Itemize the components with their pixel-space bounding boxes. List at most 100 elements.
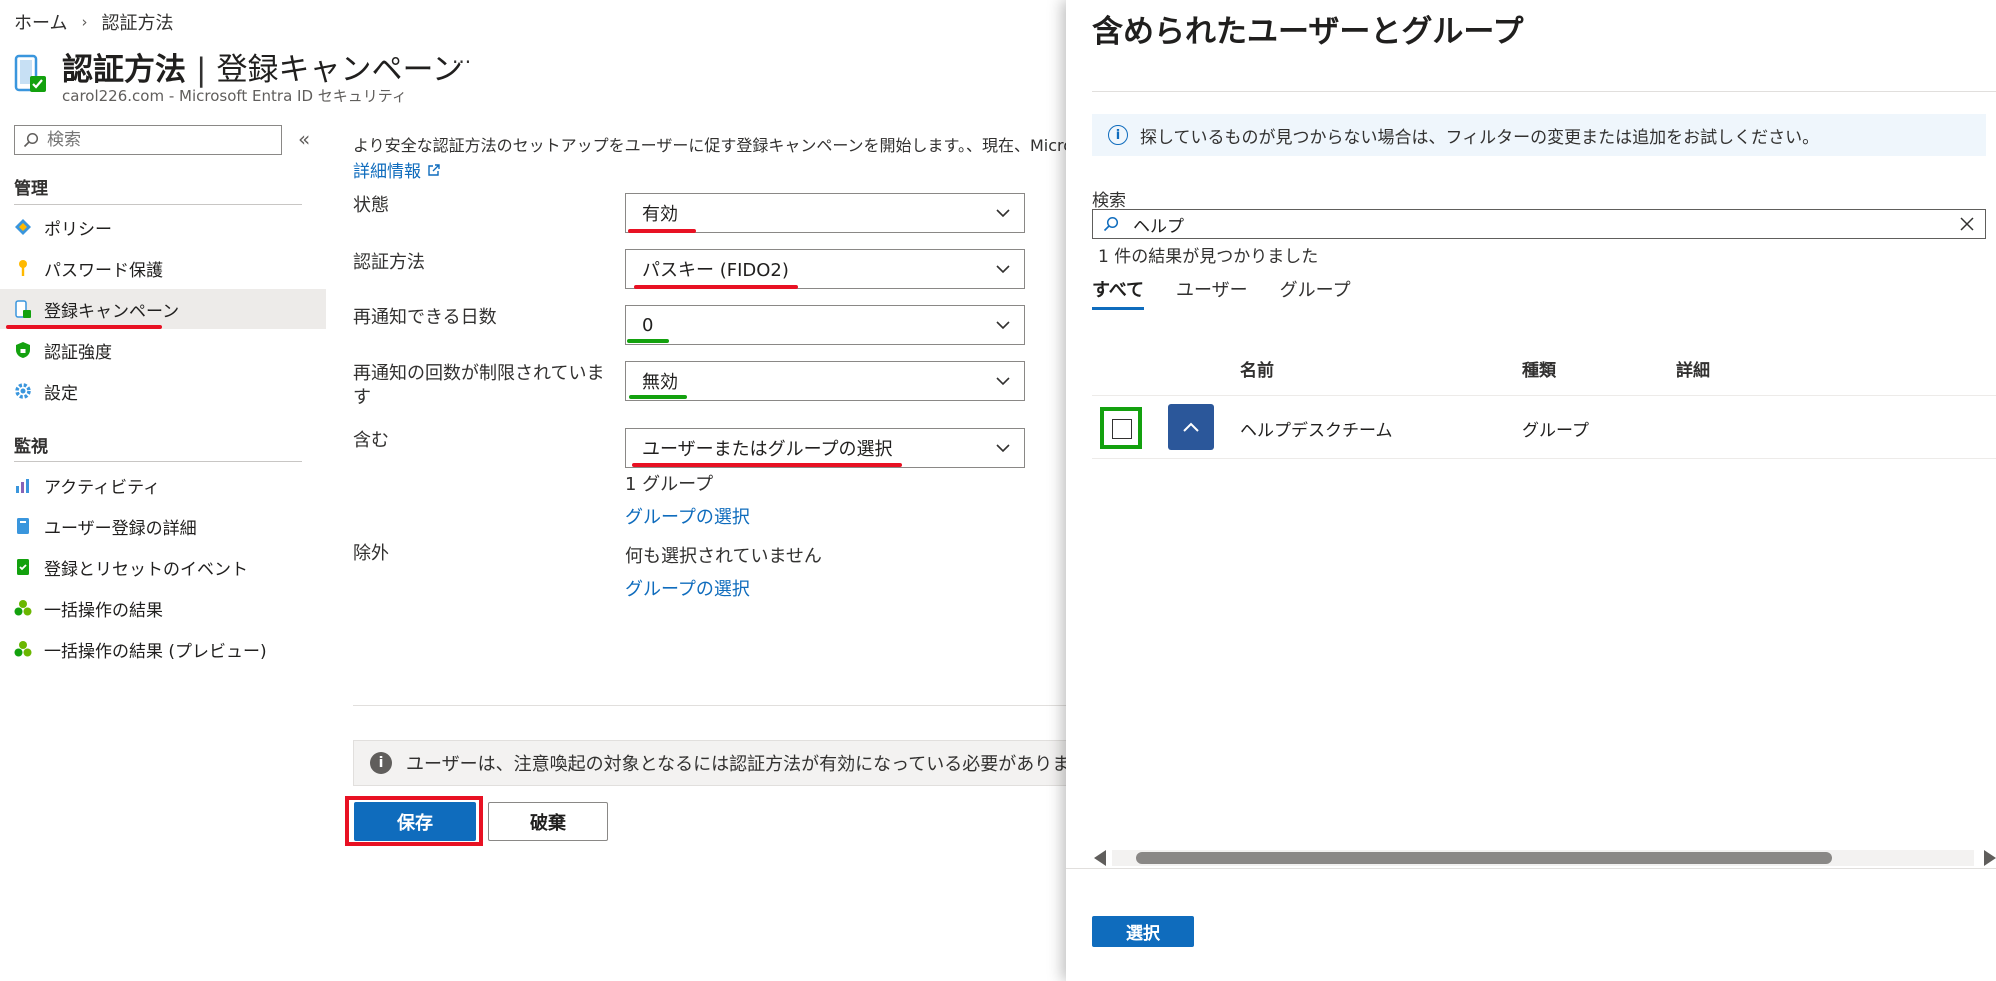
user-details-icon	[17, 518, 29, 534]
chevron-up-icon	[1183, 422, 1199, 432]
column-header-name[interactable]: 名前	[1240, 356, 1274, 381]
exclude-value: 何も選択されていません	[625, 546, 822, 567]
save-button[interactable]: 保存	[354, 802, 476, 841]
state-dropdown[interactable]: 有効	[625, 193, 1025, 233]
tab-groups[interactable]: グループ	[1280, 276, 1351, 310]
discard-button[interactable]: 破棄	[488, 802, 608, 841]
scroll-left-icon[interactable]	[1094, 850, 1106, 866]
chevron-right-icon: ›	[81, 13, 88, 31]
method-value: パスキー (FIDO2)	[642, 260, 789, 281]
panel-search-input[interactable]	[1133, 214, 1945, 234]
learn-more-label: 詳細情報	[353, 162, 421, 182]
red-annotation-underline	[6, 325, 162, 329]
sidebar-item-label: 登録とリセットのイベント	[44, 559, 248, 580]
snooze-days-dropdown[interactable]: 0	[625, 305, 1025, 345]
divider	[353, 705, 1067, 706]
include-label: 含む	[353, 430, 389, 451]
intro-text: より安全な認証方法のセットアップをユーザーに促す登録キャンペーンを開始します。、…	[353, 136, 1067, 155]
panel-tabs: すべて ユーザー グループ	[1092, 276, 1383, 310]
red-annotation-underline	[634, 285, 798, 289]
tab-all[interactable]: すべて	[1092, 276, 1145, 310]
registration-campaign-icon	[14, 54, 46, 92]
column-header-details[interactable]: 詳細	[1676, 356, 1710, 381]
green-annotation-frame	[1100, 407, 1142, 449]
sidebar-item-label: ユーザー登録の詳細	[44, 518, 197, 539]
page-title: 認証方法 | 登録キャンペーン	[62, 44, 463, 89]
sidebar-item-activity[interactable]: アクティビティ	[0, 465, 326, 505]
events-icon	[17, 559, 29, 575]
chevron-down-icon	[996, 265, 1010, 274]
chevron-down-icon	[996, 444, 1010, 453]
include-value: ユーザーまたはグループの選択	[642, 439, 893, 460]
limited-value: 無効	[642, 372, 678, 393]
result-count: 1 件の結果が見つかりました	[1098, 247, 1319, 267]
sidebar-item-user-registration-details[interactable]: ユーザー登録の詳細	[0, 506, 326, 546]
breadcrumb: ホーム › 認証方法	[14, 9, 173, 35]
tab-users[interactable]: ユーザー	[1176, 276, 1248, 310]
row-checkbox[interactable]	[1112, 419, 1132, 439]
divider	[14, 204, 302, 205]
table-row[interactable]: ヘルプデスクチーム グループ	[1092, 395, 1996, 459]
sidebar-item-label: 登録キャンペーン	[44, 301, 180, 322]
page-title-sub: 登録キャンペーン	[216, 52, 463, 88]
panel-title: 含められたユーザーとグループ	[1092, 14, 1524, 50]
shield-icon	[16, 342, 30, 358]
page-title-main: 認証方法	[62, 52, 186, 88]
panel-info-text: 探しているものが見つからない場合は、フィルターの変更または追加をお試しください。	[1140, 127, 1820, 148]
external-link-icon	[428, 163, 440, 176]
sidebar-search[interactable]	[14, 125, 282, 155]
panel-info-banner: i 探しているものが見つからない場合は、フィルターの変更または追加をお試しくださ…	[1092, 114, 1986, 156]
horizontal-scrollbar[interactable]	[1092, 850, 1996, 866]
page: ホーム › 認証方法 認証方法 | 登録キャンペーン ··· carol226.co…	[0, 0, 1996, 981]
scrollbar-track[interactable]	[1112, 850, 1974, 866]
clear-search-icon[interactable]	[1959, 216, 1975, 232]
divider	[14, 461, 302, 462]
sidebar-item-label: ポリシー	[44, 219, 112, 240]
snooze-days-value: 0	[642, 314, 654, 336]
sidebar-item-registration-campaign[interactable]: 登録キャンペーン	[0, 289, 326, 329]
red-annotation-underline	[628, 229, 696, 233]
include-count: 1 グループ	[625, 474, 714, 495]
include-select-groups-link[interactable]: グループの選択	[625, 503, 750, 529]
divider	[1066, 868, 1996, 869]
sidebar-item-label: 一括操作の結果 (プレビュー)	[44, 641, 267, 662]
search-icon	[1103, 216, 1119, 232]
exclude-select-groups-link[interactable]: グループの選択	[625, 575, 750, 601]
sidebar-search-input[interactable]	[47, 130, 247, 150]
scroll-right-icon[interactable]	[1984, 850, 1996, 866]
breadcrumb-home[interactable]: ホーム	[14, 9, 67, 35]
method-dropdown[interactable]: パスキー (FIDO2)	[625, 249, 1025, 289]
key-icon	[19, 260, 27, 276]
panel-search[interactable]	[1092, 209, 1986, 239]
scrollbar-thumb[interactable]	[1136, 852, 1832, 864]
info-icon: i	[370, 752, 392, 774]
sidebar-item-registration-reset-events[interactable]: 登録とリセットのイベント	[0, 547, 326, 587]
sidebar-item-label: 一括操作の結果	[44, 600, 163, 621]
state-value: 有効	[642, 204, 678, 225]
breadcrumb-current[interactable]: 認証方法	[101, 9, 173, 35]
panel-search-label: 検索	[1092, 191, 1126, 211]
sidebar-item-label: 設定	[44, 383, 78, 404]
registration-campaign-icon	[15, 300, 31, 318]
sidebar-item-settings[interactable]: 設定	[0, 371, 326, 411]
green-annotation-underline	[629, 395, 687, 399]
include-dropdown[interactable]: ユーザーまたはグループの選択	[625, 428, 1025, 468]
more-options-button[interactable]: ···	[452, 50, 471, 74]
title-separator: |	[196, 52, 207, 88]
sidebar-item-label: 認証強度	[44, 342, 112, 363]
sidebar-item-bulk-results-preview[interactable]: 一括操作の結果 (プレビュー)	[0, 629, 326, 669]
collapse-sidebar-button[interactable]: «	[298, 127, 310, 151]
select-button[interactable]: 選択	[1092, 916, 1194, 947]
info-icon: i	[1108, 125, 1128, 145]
info-bar: i ユーザーは、注意喚起の対象となるには認証方法が有効になっている必要がありま	[353, 740, 1067, 786]
chevron-down-icon	[996, 377, 1010, 386]
sidebar-item-bulk-results[interactable]: 一括操作の結果	[0, 588, 326, 628]
section-monitor-heading: 監視	[14, 437, 48, 457]
sidebar-item-policy[interactable]: ポリシー	[0, 207, 326, 247]
search-icon	[23, 132, 39, 148]
section-manage-heading: 管理	[14, 179, 48, 199]
sidebar-item-auth-strength[interactable]: 認証強度	[0, 330, 326, 370]
sidebar-item-password-protection[interactable]: パスワード保護	[0, 248, 326, 288]
learn-more-link[interactable]: 詳細情報	[353, 157, 441, 182]
column-header-type[interactable]: 種類	[1522, 356, 1556, 381]
